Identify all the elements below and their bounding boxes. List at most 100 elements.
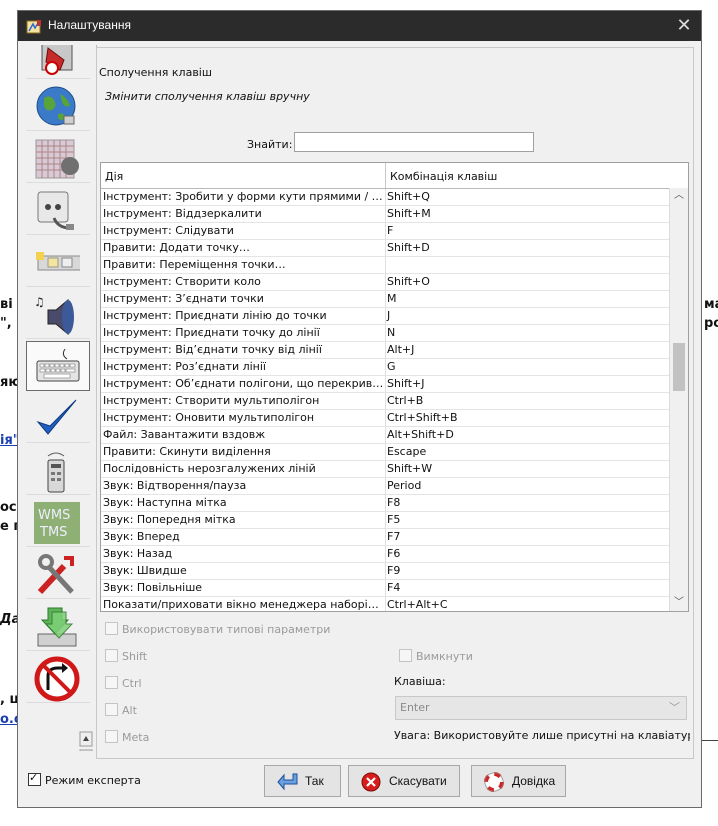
action-cell: Інструмент: Приєднати лінію до точки — [101, 308, 386, 324]
table-row[interactable]: Інструмент: Приєднати точку до лінії N — [101, 325, 671, 342]
keyboard-icon — [36, 348, 80, 382]
tab-restrictions[interactable] — [26, 653, 90, 703]
action-cell: Інструмент: З’єднати точки — [101, 291, 386, 307]
table-row[interactable]: Інструмент: Слідувати F — [101, 223, 671, 240]
table-scrollbar[interactable]: ︿ ﹀ — [669, 188, 688, 611]
table-row[interactable]: Правити: Переміщення точки… — [101, 257, 671, 274]
shortcut-cell: Shift+W — [387, 462, 433, 475]
shortcut-cell: Escape — [387, 445, 427, 458]
tab-shortcuts[interactable] — [26, 341, 90, 391]
table-row[interactable]: Інструмент: Об’єднати полігони, що перек… — [101, 376, 671, 393]
help-button-label: Довідка — [512, 774, 556, 788]
expert-mode-checkbox[interactable] — [28, 771, 41, 786]
tab-strip-scroll-arrows[interactable] — [76, 730, 96, 751]
table-row[interactable]: Інструмент: Роз’єднати лінії G — [101, 359, 671, 376]
table-row[interactable]: Звук: Попередня мітка F5 — [101, 512, 671, 529]
use-default-checkbox[interactable] — [105, 622, 118, 635]
cancel-button[interactable]: Скасувати — [348, 765, 460, 797]
meta-option[interactable]: Meta — [105, 730, 149, 744]
table-row[interactable]: Файл: Завантажити вздовж Alt+Shift+D — [101, 427, 671, 444]
action-cell: Інструмент: Від’єднати точку від лінії — [101, 342, 386, 358]
table-row[interactable]: Звук: Повільніше F4 — [101, 580, 671, 597]
tab-audio[interactable]: ♫ — [26, 289, 90, 339]
scrollbar-thumb[interactable] — [673, 343, 685, 391]
tab-toolbar[interactable] — [26, 237, 90, 287]
use-default-option[interactable]: Використовувати типові параметри — [105, 622, 330, 636]
shortcut-cell: Shift+J — [387, 377, 425, 390]
action-cell: Правити: Скинути виділення — [101, 444, 386, 460]
disable-option[interactable]: Вимкнути — [399, 649, 473, 663]
alt-option[interactable]: Alt — [105, 703, 137, 717]
table-row[interactable]: Звук: Вперед F7 — [101, 529, 671, 546]
remote-control-icon — [47, 452, 65, 493]
background-divider — [702, 740, 718, 741]
table-row[interactable]: Показати/приховати вікно менеджера набор… — [101, 597, 671, 611]
table-row[interactable]: Інструмент: Віддзеркалити Shift+M — [101, 206, 671, 223]
key-select[interactable]: Enter ﹀ — [395, 696, 687, 720]
shortcut-cell: J — [387, 309, 391, 322]
ok-button[interactable]: Так — [264, 765, 341, 797]
table-header: Дія Комбінація клавіш — [101, 163, 671, 189]
tab-imagery[interactable]: WMS TMS — [26, 497, 90, 547]
title-bar[interactable]: Налаштування ✕ — [18, 11, 701, 41]
tab-display[interactable] — [26, 45, 90, 79]
table-row[interactable]: Інструмент: Оновити мультиполігон Ctrl+Sh… — [101, 410, 671, 427]
table-row[interactable]: Звук: Відтворення/пауза Period — [101, 478, 671, 495]
action-cell: Інструмент: Створити коло — [101, 274, 386, 290]
chevron-down-icon: ﹀ — [669, 701, 680, 714]
meta-checkbox[interactable] — [105, 730, 118, 743]
table-row[interactable]: Інструмент: Приєднати лінію до точки J — [101, 308, 671, 325]
table-row[interactable]: Звук: Наступна мітка F8 — [101, 495, 671, 512]
ok-arrow-icon — [277, 773, 298, 791]
tab-connection[interactable] — [26, 185, 90, 235]
shift-checkbox[interactable] — [105, 649, 118, 662]
lifebuoy-icon — [484, 772, 504, 792]
tab-projection[interactable] — [26, 133, 90, 183]
column-header-action[interactable]: Дія — [101, 163, 386, 188]
table-row[interactable]: Послідовність нерозгалужених ліній Shift+… — [101, 461, 671, 478]
table-row[interactable]: Звук: Швидше F9 — [101, 563, 671, 580]
audio-speaker-icon: ♫ — [34, 295, 74, 336]
shift-option[interactable]: Shift — [105, 649, 147, 663]
table-row[interactable]: Звук: Назад F6 — [101, 546, 671, 563]
shortcut-cell: G — [387, 360, 396, 373]
tms-label: TMS — [39, 525, 67, 540]
table-row[interactable]: Інструмент: Від’єднати точку від лінії Al… — [101, 342, 671, 359]
expert-mode-option[interactable]: Режим експерта — [28, 771, 141, 787]
table-row[interactable]: Правити: Скинути виділення Escape — [101, 444, 671, 461]
preferences-dialog: Налаштування ✕ ♫ WMS TMS Сполучення клав… — [17, 10, 702, 808]
tab-advanced[interactable] — [26, 549, 90, 599]
background-text: ма — [704, 297, 718, 312]
close-icon[interactable]: ✕ — [667, 11, 701, 41]
grid-projection-icon — [35, 139, 79, 179]
ctrl-checkbox[interactable] — [105, 676, 118, 689]
background-text: ві — [0, 297, 13, 312]
help-button[interactable]: Довідка — [471, 765, 566, 797]
shortcut-cell: F8 — [387, 496, 401, 509]
shortcut-cell: M — [387, 292, 397, 305]
table-row[interactable]: Інструмент: Створити мультиполігон Ctrl+B — [101, 393, 671, 410]
validator-check-icon — [36, 399, 77, 435]
tab-remote-control[interactable] — [26, 445, 90, 495]
plugin-download-icon — [37, 607, 77, 647]
scroll-up-icon[interactable]: ︿ — [670, 188, 688, 204]
shortcut-cell: Shift+D — [387, 241, 430, 254]
table-row[interactable]: Інструмент: Зробити у форми кути прямими… — [101, 189, 671, 206]
ctrl-option[interactable]: Ctrl — [105, 676, 142, 690]
alt-checkbox[interactable] — [105, 703, 118, 716]
tab-plugins[interactable] — [26, 601, 90, 651]
scroll-down-icon[interactable]: ﹀ — [670, 595, 688, 611]
find-input[interactable] — [294, 132, 534, 152]
disable-checkbox[interactable] — [399, 649, 412, 662]
column-header-shortcut[interactable]: Комбінація клавіш — [386, 163, 671, 188]
table-row[interactable]: Інструмент: Створити коло Shift+O — [101, 274, 671, 291]
action-cell: Показати/приховати вікно менеджера набор… — [103, 597, 386, 611]
cancel-icon — [361, 772, 381, 792]
tab-map[interactable] — [26, 81, 90, 131]
advanced-tools-icon — [37, 554, 74, 595]
tab-validator[interactable] — [26, 393, 90, 443]
shortcut-cell: N — [387, 326, 396, 339]
action-cell: Звук: Назад — [101, 546, 386, 562]
table-row[interactable]: Правити: Додати точку… Shift+D — [101, 240, 671, 257]
table-row[interactable]: Інструмент: З’єднати точки M — [101, 291, 671, 308]
